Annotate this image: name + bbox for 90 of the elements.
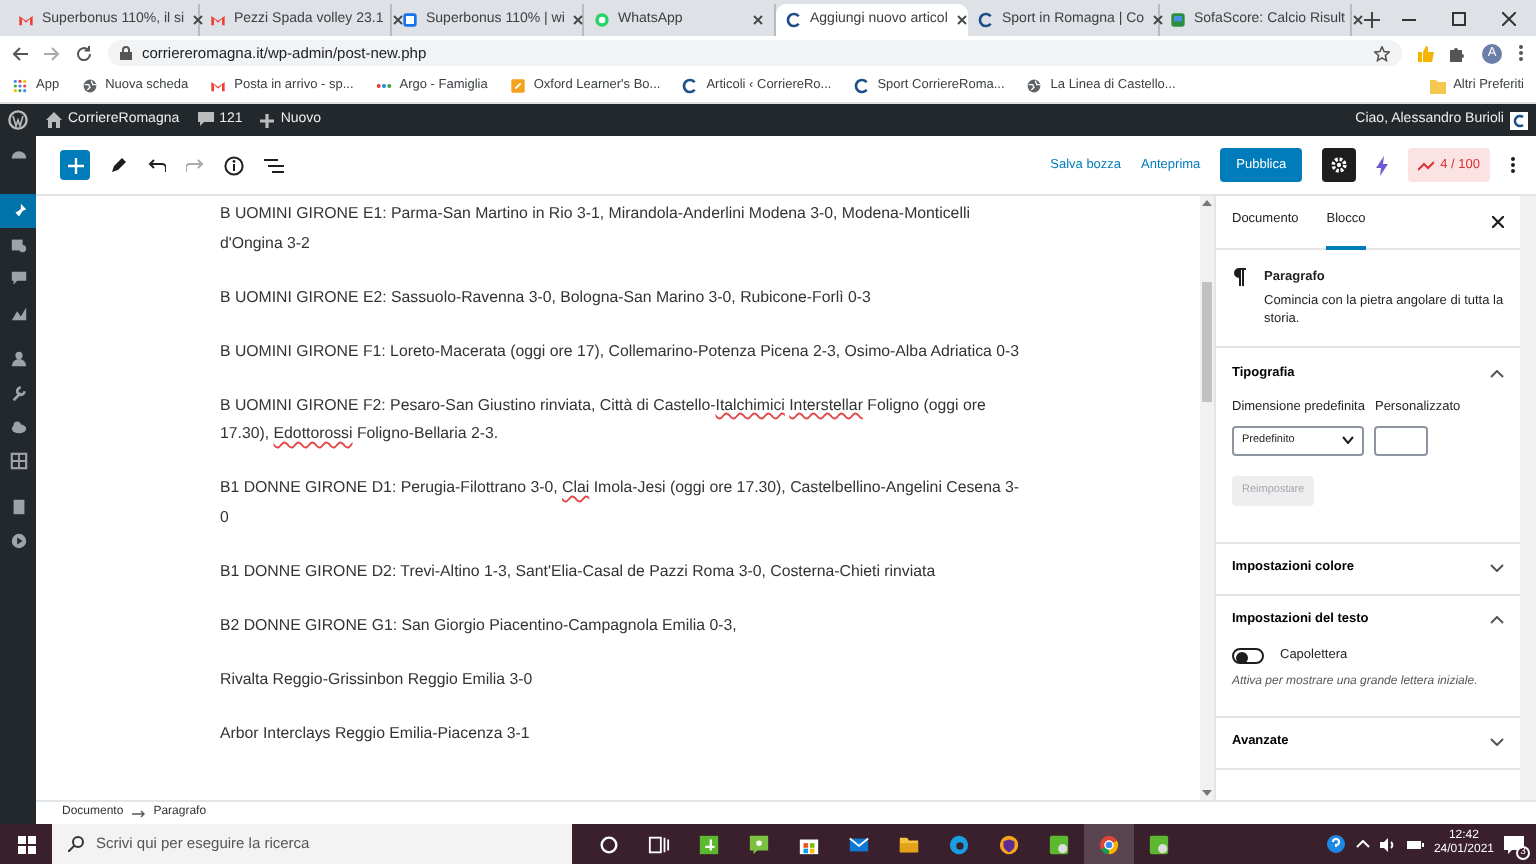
envelope-icon: [848, 833, 870, 855]
apps-grid-icon: [12, 78, 28, 94]
plus-icon: [260, 113, 275, 127]
close-icon[interactable]: [955, 14, 968, 26]
pencil-icon[interactable]: [110, 156, 128, 174]
mail-logo-icon: [18, 12, 34, 28]
close-icon[interactable]: [192, 14, 205, 26]
comment-icon: [197, 112, 214, 128]
arrow-icon: [131, 809, 146, 817]
play-circle-icon: [9, 532, 27, 550]
chevron-up-icon[interactable]: [1355, 840, 1370, 848]
media-icon: [9, 236, 27, 254]
grid-icon: [9, 452, 27, 470]
chevron-down-icon: [1490, 564, 1504, 573]
info-icon[interactable]: [224, 155, 244, 175]
user-icon: [9, 350, 27, 368]
back-icon[interactable]: [12, 45, 28, 61]
close-icon[interactable]: [752, 14, 764, 26]
tile-icon: [698, 833, 720, 855]
arc-logo-icon: [682, 78, 699, 94]
square-logo-icon: [402, 12, 418, 28]
scrollbar-thumb[interactable]: [1202, 282, 1212, 402]
app-icon: [1148, 833, 1170, 855]
swirl-icon: [948, 833, 970, 855]
add-block-button[interactable]: [60, 150, 90, 180]
globe-icon: [81, 78, 98, 94]
battery-icon[interactable]: [1405, 839, 1424, 849]
settings-icon: [1330, 156, 1349, 174]
help-icon[interactable]: [1325, 834, 1346, 854]
plus-icon: [67, 157, 83, 173]
globe-icon: [1026, 78, 1043, 94]
chat-icon: [748, 833, 770, 855]
thumbs-up-icon[interactable]: [1418, 45, 1434, 61]
pilcrow-icon: [1232, 268, 1246, 286]
trend-icon: [1418, 159, 1435, 171]
browser-logo-icon: [1098, 833, 1120, 855]
chat-bubble-icon: [594, 12, 610, 28]
book-icon: [9, 498, 27, 516]
close-icon[interactable]: [1152, 14, 1165, 26]
wrench-icon: [9, 384, 27, 402]
circle-icon: [598, 833, 620, 855]
new-tab-icon[interactable]: [1364, 12, 1380, 28]
settings-button[interactable]: [1322, 148, 1357, 182]
chart-icon: [9, 304, 27, 322]
chevron-down-icon: [1490, 738, 1504, 746]
star-icon[interactable]: [1374, 45, 1390, 61]
windows-icon: [17, 835, 35, 853]
scroll-up-icon[interactable]: [1202, 200, 1212, 206]
toggle-switch[interactable]: [1232, 647, 1264, 664]
comment-icon: [9, 270, 27, 288]
avatar-icon[interactable]: [1510, 111, 1528, 129]
close-icon[interactable]: [391, 14, 404, 26]
cloud-icon: [9, 418, 27, 436]
chevron-down-icon: [1342, 436, 1354, 445]
puzzle-icon[interactable]: [1450, 45, 1466, 61]
list-icon[interactable]: [264, 157, 284, 173]
lock-icon: [120, 46, 132, 60]
shield-icon: [998, 833, 1020, 855]
logo-icon[interactable]: [8, 110, 28, 130]
notification-icon[interactable]: [1504, 835, 1524, 853]
more-icon[interactable]: [1510, 156, 1516, 174]
task-view-icon: [648, 833, 670, 855]
mail-logo-icon: [210, 12, 226, 28]
square-logo-icon: [1170, 12, 1186, 28]
close-icon[interactable]: [1492, 216, 1504, 228]
speaker-icon[interactable]: [1379, 837, 1396, 851]
reload-icon[interactable]: [76, 45, 92, 61]
square-logo-icon: [509, 78, 526, 94]
mail-logo-icon: [210, 78, 227, 94]
folder-icon: [898, 833, 920, 855]
scroll-down-icon[interactable]: [1202, 790, 1212, 796]
chevron-up-icon: [1490, 369, 1504, 377]
undo-icon[interactable]: [148, 157, 166, 173]
arc-logo-icon: [853, 78, 870, 94]
chevron-up-icon: [1490, 616, 1504, 625]
app-icon: [1048, 833, 1070, 855]
folder-icon: [1429, 79, 1446, 93]
close-icon[interactable]: [1502, 12, 1516, 26]
more-icon[interactable]: [1518, 44, 1524, 62]
close-icon[interactable]: [1352, 14, 1365, 26]
maximize-icon[interactable]: [1452, 12, 1466, 26]
close-icon[interactable]: [572, 14, 585, 26]
lightning-icon[interactable]: [1376, 155, 1389, 175]
search-icon: [68, 836, 84, 852]
arc-logo-icon: [978, 12, 994, 28]
arc-logo-icon: [786, 12, 802, 28]
dots-icon: [375, 78, 392, 94]
home-icon: [46, 112, 62, 128]
custom-size-input[interactable]: [1374, 425, 1429, 456]
menu-item[interactable]: [0, 194, 36, 228]
